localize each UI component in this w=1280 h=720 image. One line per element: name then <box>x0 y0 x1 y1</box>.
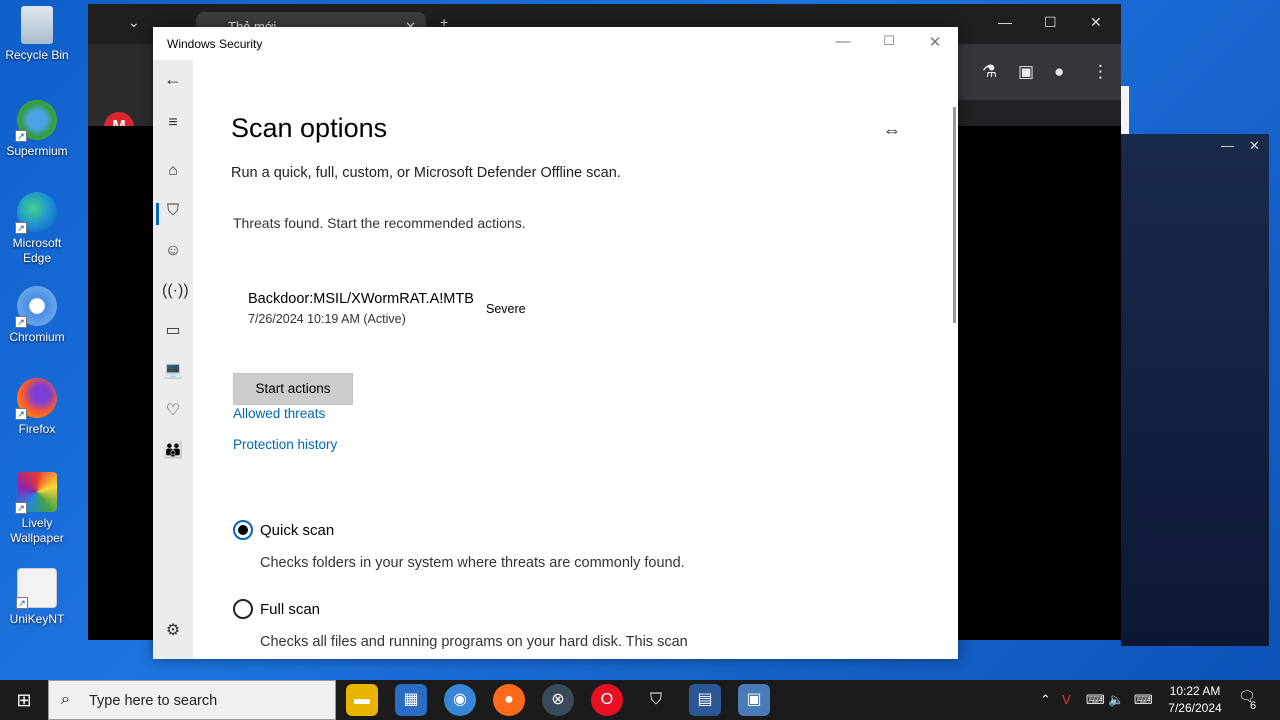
lively-icon: ↗ <box>15 472 57 514</box>
opera-taskbar-icon[interactable]: O <box>591 684 623 716</box>
main-content: Scan options Run a quick, full, custom, … <box>193 60 948 659</box>
close-button[interactable]: ✕ <box>925 33 945 51</box>
start-button[interactable]: ⊞ <box>0 680 48 720</box>
firefox-taskbar-icon[interactable]: ● <box>493 684 525 716</box>
network-icon[interactable]: ((·)) <box>162 280 189 302</box>
resize-cursor-icon: ⇔ <box>883 120 901 140</box>
page-title: Scan options <box>231 113 388 143</box>
search-placeholder: Type here to search <box>89 693 218 709</box>
clock-time: 10:22 AM <box>1169 684 1221 698</box>
recycle-bin-icon <box>21 6 53 44</box>
desktop-icon-recycle-bin[interactable]: Recycle Bin <box>4 6 70 63</box>
active-indicator <box>156 203 159 225</box>
window-title: Windows Security <box>167 37 263 51</box>
scrollbar[interactable] <box>953 107 956 323</box>
profile-icon[interactable]: ● <box>1054 62 1064 82</box>
app-browser-icon[interactable]: ▭ <box>162 320 184 342</box>
protection-history-link[interactable]: Protection history <box>233 437 337 452</box>
desktop-icon-label: Firefox <box>18 422 56 436</box>
desktop-icon-label: UniKeyNT <box>9 612 65 626</box>
app-window-taskbar-icon[interactable]: ▣ <box>738 684 770 716</box>
full-scan-radio[interactable] <box>233 599 253 619</box>
labs-icon[interactable]: ⚗ <box>982 62 997 82</box>
network-tray-icon[interactable]: ⌨ <box>1086 680 1105 720</box>
threat-notice: Threats found. Start the recommended act… <box>233 215 526 231</box>
firefox-icon: ↗ <box>15 378 57 420</box>
shield-icon[interactable]: ⛉ <box>162 200 184 222</box>
account-icon[interactable]: ☺ <box>162 240 184 262</box>
hamburger-menu-icon[interactable]: ≡ <box>162 112 184 134</box>
chromium-taskbar-icon[interactable]: ◉ <box>444 684 476 716</box>
clock-date: 7/26/2024 <box>1168 701 1222 715</box>
file-explorer-icon[interactable]: ▬ <box>346 684 378 716</box>
device-health-icon[interactable]: ♡ <box>162 400 184 422</box>
desktop-icon-label: Microsoft Edge <box>12 236 62 265</box>
desktop-icon-label: Supermium <box>6 144 68 158</box>
desktop-icon-firefox[interactable]: ↗ Firefox <box>4 378 70 437</box>
minimize-icon[interactable]: — <box>1221 138 1234 153</box>
desktop-icon-label: Lively Wallpaper <box>10 516 64 545</box>
desktop-icon-edge[interactable]: ↗ Microsoft Edge <box>4 192 70 266</box>
edge-icon: ↗ <box>15 192 57 234</box>
nav-pane: ← ≡ ⌂ ⛉ ☺ ((·)) ▭ 💻 ♡ 👪 ⚙ <box>153 60 193 659</box>
taskbar-search-box[interactable]: ⌕ Type here to search <box>48 680 336 720</box>
notification-count: 6 <box>1250 700 1257 712</box>
search-icon: ⌕ <box>61 691 70 708</box>
threat-name[interactable]: Backdoor:MSIL/XWormRAT.A!MTB <box>248 291 474 307</box>
menu-icon[interactable]: ⋮ <box>1092 62 1109 82</box>
device-security-icon[interactable]: 💻 <box>162 360 184 382</box>
maximize-button[interactable]: ☐ <box>879 33 899 49</box>
side-panel-icon[interactable]: ▣ <box>1018 62 1034 82</box>
keyboard-tray-icon[interactable]: ⌨ <box>1134 680 1153 720</box>
unikey-icon: ↗ <box>16 568 57 609</box>
desktop-icon-chromium[interactable]: ↗ Chromium <box>4 286 70 345</box>
allowed-threats-link[interactable]: Allowed threats <box>233 406 325 421</box>
desktop-icon-lively[interactable]: ↗ Lively Wallpaper <box>4 472 70 546</box>
settings-gear-icon[interactable]: ⚙ <box>162 620 184 642</box>
window-edge <box>1121 86 1129 134</box>
quick-scan-label[interactable]: Quick scan <box>260 522 334 539</box>
volume-tray-icon[interactable]: 🔈 <box>1108 680 1124 720</box>
windows-security-window[interactable]: Windows Security — ☐ ✕ ← ≡ ⌂ ⛉ ☺ ((·)) ▭… <box>153 27 958 659</box>
chromium-icon: ↗ <box>15 286 57 328</box>
maximize-icon[interactable]: ☐ <box>1044 14 1057 31</box>
tab-search-icon[interactable]: ⌄ <box>128 14 140 31</box>
taskbar-clock[interactable]: 10:22 AM 7/26/2024 <box>1164 683 1226 717</box>
home-icon[interactable]: ⌂ <box>162 160 184 182</box>
desktop-icon-label: Recycle Bin <box>5 48 69 62</box>
close-icon[interactable]: ✕ <box>1090 14 1102 31</box>
full-scan-description: Checks all files and running programs on… <box>260 634 688 650</box>
tray-v-icon[interactable]: V <box>1062 680 1071 720</box>
remote-desktop-taskbar-icon[interactable]: ▤ <box>689 684 721 716</box>
minimize-button[interactable]: — <box>833 33 853 50</box>
threat-severity: Severe <box>486 302 526 316</box>
windows-security-taskbar-icon[interactable]: ⛉ <box>640 684 672 716</box>
threat-date: 7/26/2024 10:19 AM (Active) <box>248 312 406 326</box>
quick-scan-description: Checks folders in your system where thre… <box>260 555 685 571</box>
quick-scan-radio[interactable] <box>233 520 253 540</box>
desktop-icon-supermium[interactable]: ↗ Supermium <box>4 100 70 159</box>
full-scan-label[interactable]: Full scan <box>260 601 320 618</box>
taskbar: ⊞ ⌕ Type here to search ▬ ▦ ◉ ● ⊗ O ⛉ ▤ … <box>0 680 1280 720</box>
minimize-icon[interactable]: — <box>998 14 1012 30</box>
desktop-icon-label: Chromium <box>9 330 65 344</box>
page-subtitle: Run a quick, full, custom, or Microsoft … <box>231 165 621 181</box>
app-taskbar-icon[interactable]: ⊗ <box>542 684 574 716</box>
tray-chevron-icon[interactable]: ⌃ <box>1040 680 1051 720</box>
family-icon[interactable]: 👪 <box>162 440 184 462</box>
start-actions-button[interactable]: Start actions <box>233 373 353 405</box>
side-window[interactable]: — ✕ <box>1121 134 1269 646</box>
back-arrow-icon[interactable]: ← <box>162 68 184 90</box>
close-icon[interactable]: ✕ <box>1249 138 1260 154</box>
store-icon[interactable]: ▦ <box>395 684 427 716</box>
title-bar: Windows Security — ☐ ✕ <box>153 27 958 60</box>
desktop-icon-unikey[interactable]: ↗ UniKeyNT <box>4 568 70 627</box>
supermium-icon: ↗ <box>15 100 57 142</box>
